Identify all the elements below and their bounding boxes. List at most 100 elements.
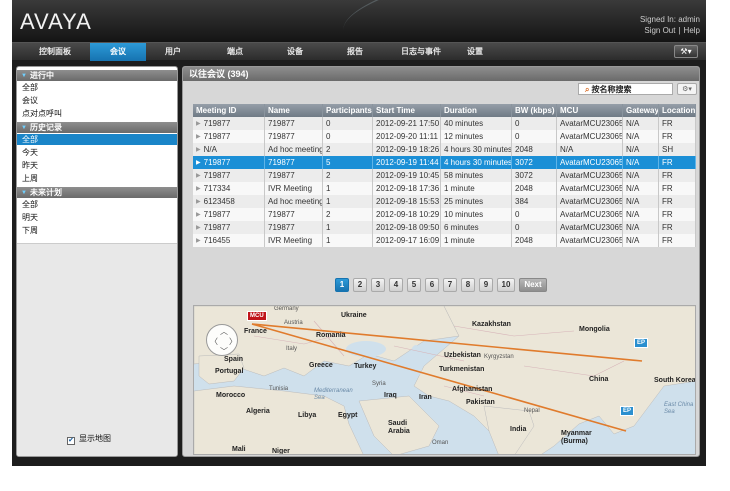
- pan-up-icon[interactable]: ︿: [220, 326, 228, 337]
- cell-location: FR: [659, 234, 696, 247]
- cell-start-time: 2012-09-19 10:45: [373, 169, 441, 182]
- tools-dropdown-icon[interactable]: ⚒▾: [674, 45, 698, 58]
- sidebar-item-meetings[interactable]: 会议: [17, 95, 177, 106]
- collapse-triangle-icon: ▼: [21, 125, 27, 131]
- nav-meetings[interactable]: 会议: [90, 43, 146, 61]
- search-options-dropdown-icon[interactable]: ⚙▾: [677, 83, 697, 95]
- table-row[interactable]: ▶ 719877 719877 1 2012-09-18 09:50 6 minutes 0…: [193, 221, 696, 234]
- expand-arrow-icon[interactable]: ▶: [196, 170, 201, 182]
- nav-endpoints[interactable]: 端点: [220, 43, 250, 61]
- page-button[interactable]: 3: [371, 278, 385, 292]
- expand-arrow-icon[interactable]: ▶: [196, 235, 201, 247]
- column-header-duration[interactable]: Duration: [441, 104, 512, 117]
- pan-right-icon[interactable]: 〉: [229, 336, 237, 347]
- column-header-location[interactable]: Location: [659, 104, 696, 117]
- expand-arrow-icon[interactable]: ▶: [196, 183, 201, 195]
- cell-text: 719877: [203, 132, 231, 141]
- cell-meeting-id: ▶ 716455: [193, 234, 265, 247]
- page-button[interactable]: 4: [389, 278, 403, 292]
- column-header-gateway[interactable]: Gateway: [623, 104, 659, 117]
- map-label: Nepal: [524, 408, 540, 414]
- help-link[interactable]: Help: [684, 26, 700, 35]
- page-button[interactable]: 6: [425, 278, 439, 292]
- search-label: 按名称搜索: [591, 85, 632, 94]
- sign-out-link[interactable]: Sign Out: [644, 26, 675, 35]
- table-row[interactable]: ▶ 719877 719877 2 2012-09-18 10:29 10 minutes…: [193, 208, 696, 221]
- sidebar-item-future-all[interactable]: 全部: [17, 199, 177, 210]
- sidebar-item-next-week[interactable]: 下周: [17, 225, 177, 236]
- column-header-meeting-id[interactable]: Meeting ID: [193, 104, 265, 117]
- table-row[interactable]: ▶ 716455 IVR Meeting 1 2012-09-17 16:09 1 min…: [193, 234, 696, 247]
- cell-start-time: 2012-09-20 11:11: [373, 130, 441, 143]
- table-row[interactable]: ▶ 719877 719877 5 2012-09-19 11:44 4 hours 30…: [193, 156, 696, 169]
- show-map-checkbox[interactable]: ✔ 显示地图: [67, 433, 111, 445]
- sidebar-empty-area: [17, 243, 177, 423]
- sidebar-item-today[interactable]: 今天: [17, 147, 177, 158]
- page-button[interactable]: 9: [479, 278, 493, 292]
- page-button[interactable]: 8: [461, 278, 475, 292]
- column-header-bandwidth[interactable]: BW (kbps): [512, 104, 557, 117]
- page-button[interactable]: 2: [353, 278, 367, 292]
- expand-arrow-icon[interactable]: ▶: [196, 118, 201, 130]
- table-row[interactable]: ▶ 719877 719877 0 2012-09-21 17:50 40 minutes…: [193, 117, 696, 130]
- map-label: India: [510, 426, 527, 433]
- ep-marker[interactable]: EP: [620, 406, 635, 416]
- sidebar-item-yesterday[interactable]: 昨天: [17, 160, 177, 171]
- mcu-marker[interactable]: MCU: [247, 311, 267, 321]
- map-view[interactable]: ︿ 〈 〉 ﹀ MCU EP EP Germany Ukraine Kazakh…: [193, 305, 696, 455]
- table-row[interactable]: ▶ 717334 IVR Meeting 1 2012-09-18 17:36 1 min…: [193, 182, 696, 195]
- sidebar-item-tomorrow[interactable]: 明天: [17, 212, 177, 223]
- cell-bandwidth: 0: [512, 221, 557, 234]
- page-button[interactable]: 1: [335, 278, 349, 292]
- pan-left-icon[interactable]: 〈: [210, 336, 218, 347]
- section-in-progress[interactable]: ▼ 进行中: [17, 70, 177, 81]
- expand-arrow-icon[interactable]: ▶: [196, 131, 201, 143]
- map-label: Niger: [272, 448, 290, 455]
- table-row[interactable]: ▶ 719877 719877 2 2012-09-19 10:45 58 minutes…: [193, 169, 696, 182]
- map-land: [194, 306, 695, 454]
- nav-logs-events[interactable]: 日志与事件: [392, 43, 450, 61]
- cell-gateway: N/A: [623, 234, 659, 247]
- column-header-name[interactable]: Name: [265, 104, 323, 117]
- sidebar-item-in-progress-all[interactable]: 全部: [17, 82, 177, 93]
- next-page-button[interactable]: Next: [519, 278, 547, 292]
- sidebar-item-p2p-calls[interactable]: 点对点呼叫: [17, 108, 177, 119]
- table-row[interactable]: ▶ 6123458 Ad hoc meeting 1 2012-09-18 15:53 2…: [193, 195, 696, 208]
- section-future[interactable]: ▼ 未来计划: [17, 187, 177, 198]
- page-button[interactable]: 5: [407, 278, 421, 292]
- cell-gateway: N/A: [623, 117, 659, 130]
- link-separator: |: [678, 26, 681, 35]
- table-row[interactable]: ▶ 719877 719877 0 2012-09-20 11:11 12 minutes…: [193, 130, 696, 143]
- column-header-participants[interactable]: Participants: [323, 104, 373, 117]
- app-window: AVAYA Signed In: admin Sign Out | Help 控制面…: [12, 0, 706, 466]
- cell-duration: 40 minutes: [441, 117, 512, 130]
- table-row[interactable]: ▶ N/A Ad hoc meeting 2 2012-09-19 18:26 4 hou…: [193, 143, 696, 156]
- cell-gateway: N/A: [623, 143, 659, 156]
- column-header-start-time[interactable]: Start Time: [373, 104, 441, 117]
- nav-devices[interactable]: 设备: [280, 43, 310, 61]
- expand-arrow-icon[interactable]: ▶: [196, 222, 201, 234]
- search-by-name-input[interactable]: ⌕ 按名称搜索: [578, 83, 673, 95]
- map-pan-control[interactable]: ︿ 〈 〉 ﹀: [206, 324, 238, 356]
- map-label: East China Sea: [664, 402, 694, 415]
- ep-marker[interactable]: EP: [634, 338, 649, 348]
- expand-arrow-icon[interactable]: ▶: [196, 157, 201, 169]
- page-button[interactable]: 10: [497, 278, 515, 292]
- column-header-mcu[interactable]: MCU: [557, 104, 623, 117]
- nav-dashboard[interactable]: 控制面板: [26, 43, 84, 61]
- section-history[interactable]: ▼ 历史记录: [17, 122, 177, 133]
- sidebar-item-history-all[interactable]: 全部: [17, 134, 177, 145]
- expand-arrow-icon[interactable]: ▶: [196, 209, 201, 221]
- map-label: Turkey: [354, 363, 377, 370]
- nav-users[interactable]: 用户: [158, 43, 188, 61]
- expand-arrow-icon[interactable]: ▶: [196, 196, 201, 208]
- nav-reports[interactable]: 报告: [340, 43, 370, 61]
- nav-settings[interactable]: 设置: [460, 43, 490, 61]
- map-label: South Korea: [654, 377, 696, 384]
- sidebar-item-last-week[interactable]: 上周: [17, 173, 177, 184]
- cell-start-time: 2012-09-21 17:50: [373, 117, 441, 130]
- expand-arrow-icon[interactable]: ▶: [196, 144, 201, 156]
- page-button[interactable]: 7: [443, 278, 457, 292]
- cell-meeting-id: ▶ 6123458: [193, 195, 265, 208]
- cell-text: 719877: [203, 223, 231, 232]
